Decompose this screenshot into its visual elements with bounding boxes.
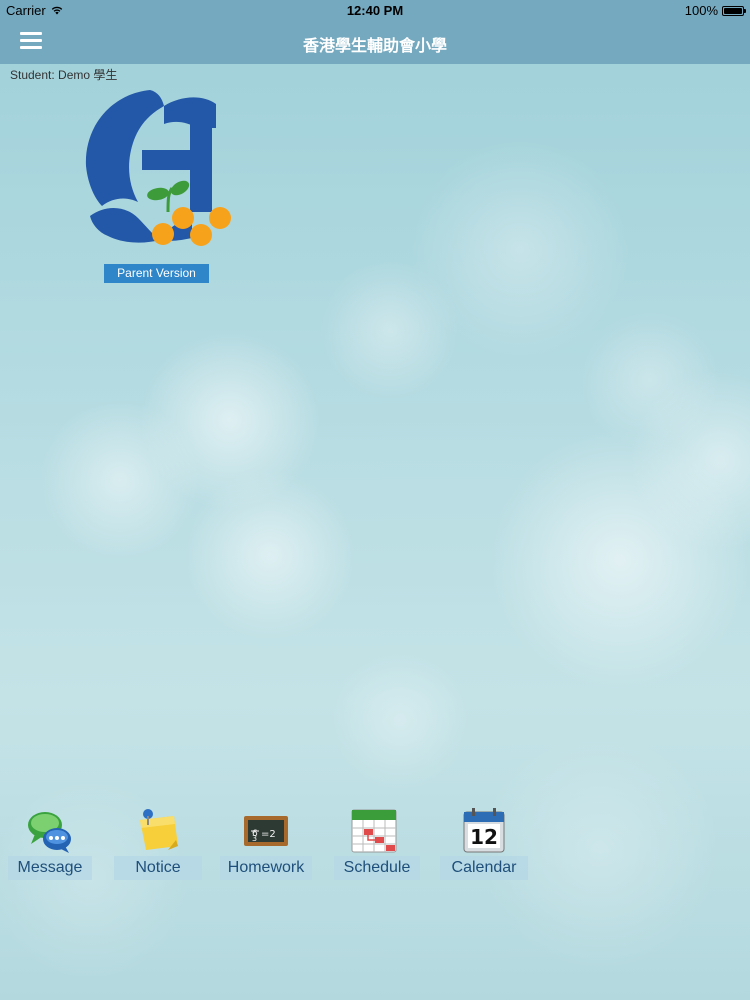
svg-text:12: 12	[470, 825, 498, 849]
homework-button[interactable]: 6 3 =2 Homework	[218, 800, 314, 884]
parent-version-badge: Parent Version	[104, 264, 209, 283]
calendar-12-icon: 12	[463, 808, 505, 853]
student-label: Student: Demo 學生	[10, 68, 118, 82]
calendar-label: Calendar	[440, 856, 528, 880]
school-logo	[85, 90, 231, 246]
notice-button[interactable]: Notice	[112, 800, 204, 884]
calendar-button[interactable]: 12 Calendar	[436, 800, 532, 884]
sticky-note-pin-icon	[140, 809, 178, 850]
svg-text:3: 3	[252, 834, 257, 843]
homework-label: Homework	[220, 856, 312, 880]
schedule-label: Schedule	[334, 856, 420, 880]
battery-percent: 100%	[684, 3, 718, 18]
message-label: Message	[8, 856, 92, 880]
nav-bar: 香港學生輔助會小學	[0, 20, 750, 64]
bottom-menu: Message Notice 6 3 =2 Homework Schedule …	[0, 800, 750, 890]
message-button[interactable]: Message	[0, 800, 98, 884]
schedule-button[interactable]: Schedule	[330, 800, 422, 884]
status-bar: Carrier 12:40 PM 100%	[0, 0, 750, 20]
status-time: 12:40 PM	[346, 3, 404, 18]
page-title: 香港學生輔助會小學	[302, 38, 447, 55]
battery-icon	[722, 5, 746, 16]
notice-label: Notice	[114, 856, 202, 880]
message-bubbles-icon	[28, 812, 71, 853]
svg-text:=2: =2	[261, 829, 276, 840]
blackboard-icon: 6 3 =2	[244, 816, 288, 846]
schedule-calendar-icon	[351, 809, 397, 853]
